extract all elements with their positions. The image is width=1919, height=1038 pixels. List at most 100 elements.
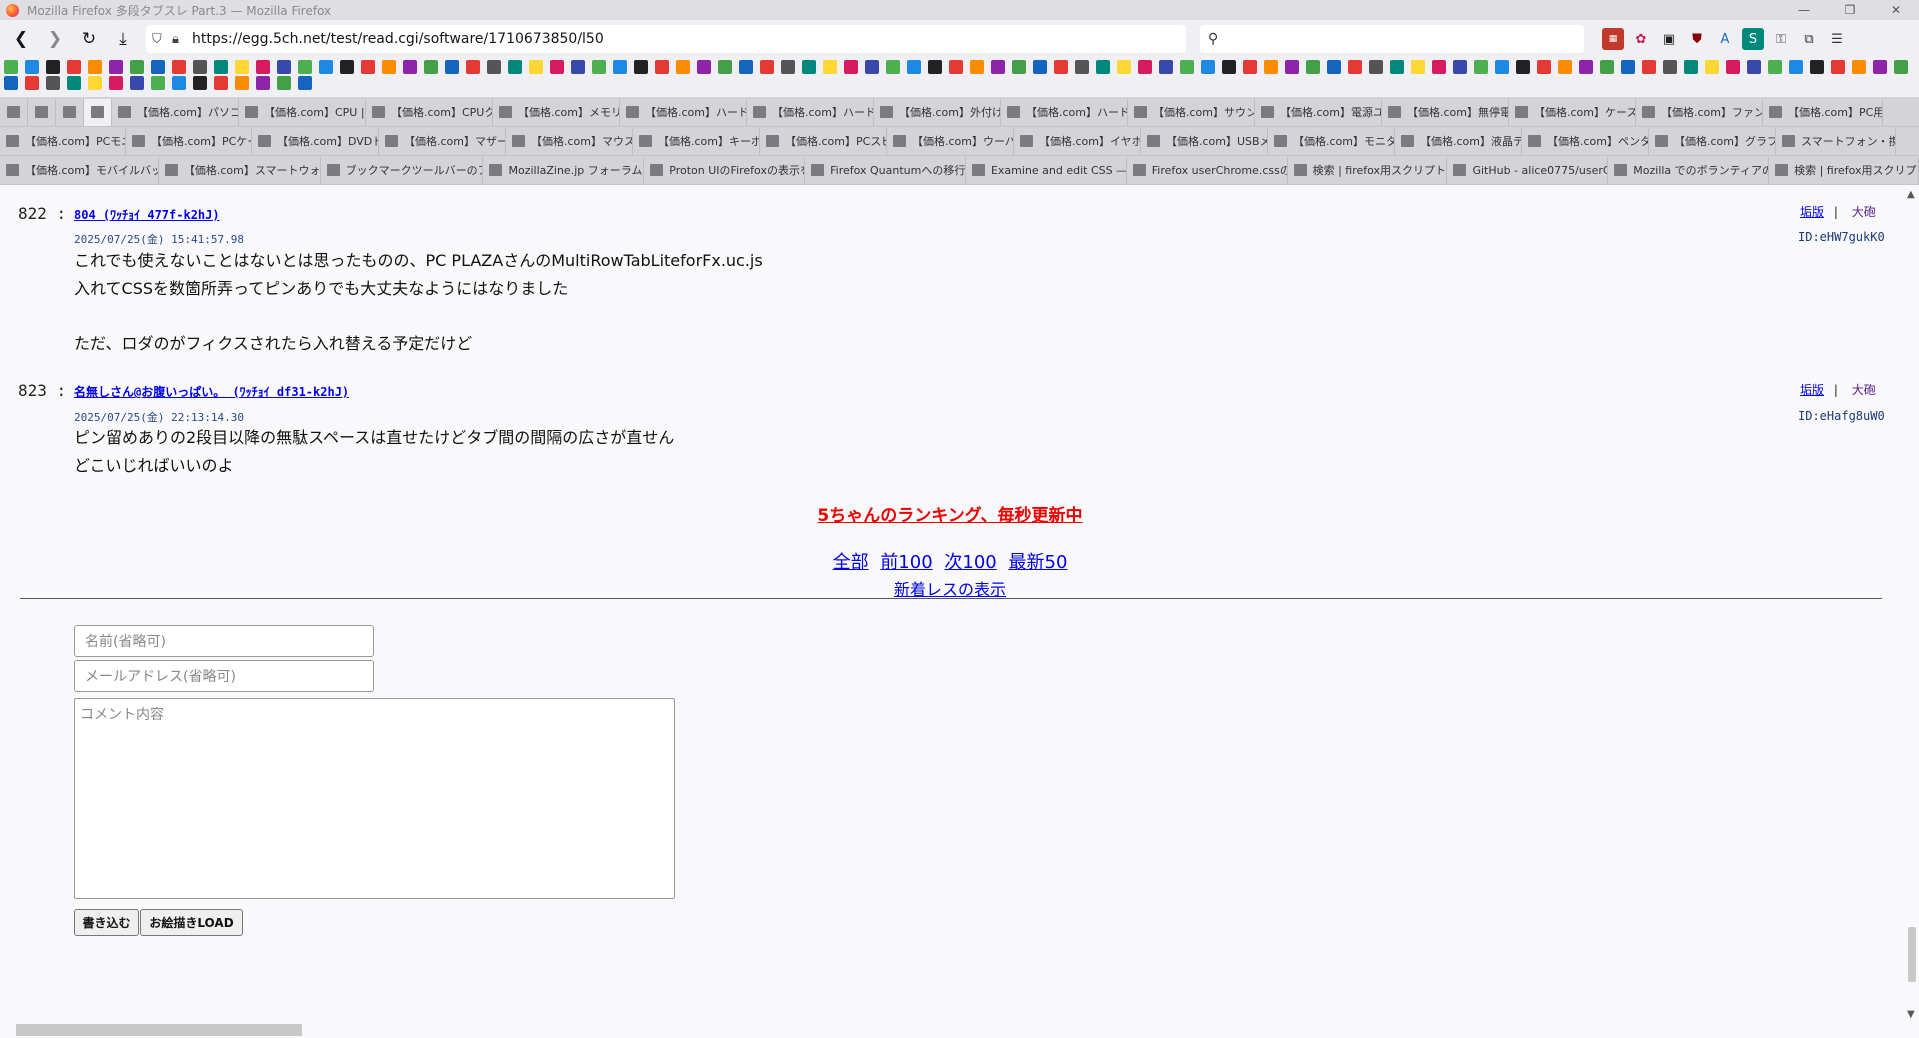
bookmark-favicon-icon[interactable] xyxy=(256,76,270,90)
bookmark-favicon-icon[interactable] xyxy=(1054,60,1068,74)
post-author-link[interactable]: 804 (ﾜｯﾁｮｲ 477f-k2hJ) xyxy=(74,206,220,223)
bookmark-favicon-icon[interactable] xyxy=(1663,60,1677,74)
bookmark-favicon-icon[interactable] xyxy=(529,60,543,74)
bookmark-favicon-icon[interactable] xyxy=(214,60,228,74)
browser-tab[interactable]: 【価格.com】スマートウォッチ・ xyxy=(159,156,321,184)
bookmark-favicon-icon[interactable] xyxy=(151,60,165,74)
bookmark-favicon-icon[interactable] xyxy=(424,60,438,74)
browser-tab[interactable]: 【価格.com】イヤホン xyxy=(1014,127,1141,155)
extension-icon[interactable]: ▣ xyxy=(1658,28,1680,50)
scroll-thumb[interactable] xyxy=(1908,927,1916,982)
bookmark-favicon-icon[interactable] xyxy=(697,60,711,74)
ita-link[interactable]: 垢版 xyxy=(1800,205,1824,219)
browser-tab[interactable]: 【価格.com】ハードデ xyxy=(747,98,874,126)
browser-tab[interactable]: 【価格.com】DVDド xyxy=(252,127,379,155)
browser-tab[interactable]: Mozilla でのボランティアの機 xyxy=(1608,156,1770,184)
scroll-down-icon[interactable]: ▼ xyxy=(1907,1009,1915,1020)
bookmark-favicon-icon[interactable] xyxy=(4,76,18,90)
browser-tab[interactable]: 検索 | firefox用スクリプトア xyxy=(1288,156,1448,184)
bookmark-favicon-icon[interactable] xyxy=(214,76,228,90)
browser-tab[interactable]: Examine and edit CSS — xyxy=(966,156,1127,184)
bookmark-favicon-icon[interactable] xyxy=(193,60,207,74)
bookmark-favicon-icon[interactable] xyxy=(781,60,795,74)
bookmark-favicon-icon[interactable] xyxy=(1306,60,1320,74)
bookmark-favicon-icon[interactable] xyxy=(1285,60,1299,74)
bookmark-favicon-icon[interactable] xyxy=(1789,60,1803,74)
browser-tab[interactable] xyxy=(28,98,56,126)
bookmark-favicon-icon[interactable] xyxy=(193,76,207,90)
bookmark-favicon-icon[interactable] xyxy=(298,76,312,90)
bookmark-favicon-icon[interactable] xyxy=(1726,60,1740,74)
bookmark-favicon-icon[interactable] xyxy=(1558,60,1572,74)
shield-icon[interactable]: ⛉ xyxy=(152,32,172,47)
extension-icon[interactable]: ▦ xyxy=(1602,28,1624,50)
bookmark-favicon-icon[interactable] xyxy=(1327,60,1341,74)
reload-button[interactable]: ↻ xyxy=(74,24,104,54)
bookmark-favicon-icon[interactable] xyxy=(1474,60,1488,74)
browser-tab[interactable]: 【価格.com】モニター xyxy=(1268,127,1395,155)
bookmark-favicon-icon[interactable] xyxy=(1117,60,1131,74)
bookmark-favicon-icon[interactable] xyxy=(445,60,459,74)
bookmark-favicon-icon[interactable] xyxy=(655,60,669,74)
ranking-link[interactable]: 5ちゃんのランキング、毎秒更新中 xyxy=(0,501,1900,526)
bookmark-favicon-icon[interactable] xyxy=(487,60,501,74)
browser-tab[interactable] xyxy=(84,98,112,126)
bookmark-favicon-icon[interactable] xyxy=(1096,60,1110,74)
maximize-button[interactable]: ❐ xyxy=(1827,0,1873,20)
bookmark-favicon-icon[interactable] xyxy=(970,60,984,74)
ita-link[interactable]: 垢版 xyxy=(1800,383,1824,397)
bookmark-favicon-icon[interactable] xyxy=(1705,60,1719,74)
back-button[interactable]: ❮ xyxy=(6,24,36,54)
bookmark-favicon-icon[interactable] xyxy=(1033,60,1047,74)
extension-icon[interactable]: S xyxy=(1742,28,1764,50)
bookmark-favicon-icon[interactable] xyxy=(1432,60,1446,74)
browser-tab[interactable]: 【価格.com】CPUク- xyxy=(366,98,493,126)
translate-icon[interactable]: A xyxy=(1714,28,1736,50)
browser-tab[interactable]: 検索 | firefox用スクリプトア xyxy=(1769,156,1919,184)
bookmark-favicon-icon[interactable] xyxy=(1453,60,1467,74)
bookmark-favicon-icon[interactable] xyxy=(760,60,774,74)
browser-tab[interactable]: 【価格.com】パソコン xyxy=(112,98,239,126)
browser-tab[interactable]: 【価格.com】マウス | xyxy=(506,127,633,155)
bookmark-favicon-icon[interactable] xyxy=(4,60,18,74)
bookmark-favicon-icon[interactable] xyxy=(235,60,249,74)
browser-tab[interactable]: 【価格.com】サウンド xyxy=(1128,98,1255,126)
browser-tab[interactable]: 【価格.com】ハードデ xyxy=(1001,98,1128,126)
browser-tab[interactable]: 【価格.com】USBメモ xyxy=(1141,127,1268,155)
url-bar[interactable]: ⛉ 🔒︎ https://egg.5ch.net/test/read.cgi/s… xyxy=(146,25,1186,53)
browser-tab[interactable] xyxy=(0,98,28,126)
bookmark-favicon-icon[interactable] xyxy=(1012,60,1026,74)
bookmark-favicon-icon[interactable] xyxy=(109,60,123,74)
bookmark-favicon-icon[interactable] xyxy=(592,60,606,74)
submit-button[interactable]: 書き込む xyxy=(74,909,139,936)
browser-tab[interactable]: ブックマークツールバーのアイコ xyxy=(321,156,484,184)
browser-tab[interactable]: 【価格.com】モバイルバッテリ xyxy=(0,156,159,184)
post-author-link[interactable]: 名無しさん@お腹いっぱい。 (ﾜｯﾁｮｲ df31-k2hJ) xyxy=(74,383,349,400)
bookmark-favicon-icon[interactable] xyxy=(67,60,81,74)
browser-tab[interactable]: 【価格.com】ペンタブ xyxy=(1522,127,1649,155)
bookmark-favicon-icon[interactable] xyxy=(67,76,81,90)
bookmark-favicon-icon[interactable] xyxy=(25,60,39,74)
lock-icon[interactable]: 🔒︎ xyxy=(172,32,192,47)
bookmark-favicon-icon[interactable] xyxy=(172,60,186,74)
bookmark-favicon-icon[interactable] xyxy=(88,60,102,74)
bookmark-favicon-icon[interactable] xyxy=(571,60,585,74)
bookmark-favicon-icon[interactable] xyxy=(235,76,249,90)
bookmark-favicon-icon[interactable] xyxy=(907,60,921,74)
oekaki-button[interactable]: お絵描きLOAD xyxy=(140,909,243,936)
extensions-puzzle-icon[interactable]: ⧉ xyxy=(1798,28,1820,50)
browser-tab[interactable]: 【価格.com】マザーボ xyxy=(379,127,506,155)
bookmark-favicon-icon[interactable] xyxy=(1600,60,1614,74)
all-link[interactable]: 全部 xyxy=(833,552,869,573)
bookmark-favicon-icon[interactable] xyxy=(1495,60,1509,74)
browser-tab[interactable]: Firefox userChrome.cssの xyxy=(1127,156,1288,184)
browser-tab[interactable]: 【価格.com】PCケー xyxy=(126,127,252,155)
bookmark-favicon-icon[interactable] xyxy=(886,60,900,74)
bookmark-favicon-icon[interactable] xyxy=(928,60,942,74)
forward-button[interactable]: ❯ xyxy=(40,24,70,54)
bookmark-favicon-icon[interactable] xyxy=(550,60,564,74)
bookmark-favicon-icon[interactable] xyxy=(508,60,522,74)
bookmark-favicon-icon[interactable] xyxy=(1243,60,1257,74)
bookmark-favicon-icon[interactable] xyxy=(88,76,102,90)
bookmark-favicon-icon[interactable] xyxy=(466,60,480,74)
